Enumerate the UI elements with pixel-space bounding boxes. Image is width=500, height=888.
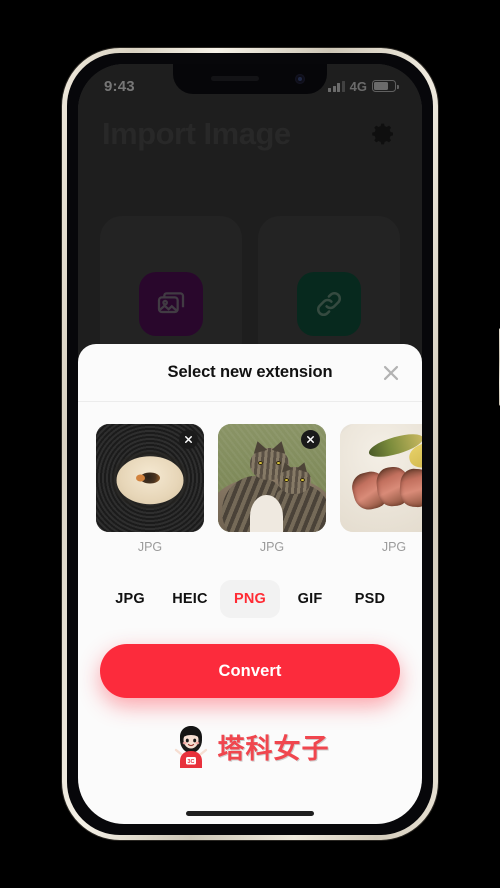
extension-option-heic[interactable]: HEIC xyxy=(160,580,220,618)
convert-button-container: Convert xyxy=(78,618,422,698)
phone-frame: Import Image 9:43 4G Select new extensio… xyxy=(62,48,500,840)
thumbnail-row[interactable]: JPG JPG JPG xyxy=(78,402,422,554)
close-circle-icon[interactable] xyxy=(301,430,320,449)
thumbnail-cats[interactable]: JPG xyxy=(218,424,326,554)
close-icon[interactable] xyxy=(380,362,402,384)
thumbnail-format-label: JPG xyxy=(259,540,285,554)
phone-screen: Import Image 9:43 4G Select new extensio… xyxy=(78,64,422,824)
extension-option-png[interactable]: PNG xyxy=(220,580,280,618)
thumbnail-format-label: JPG xyxy=(137,540,163,554)
watermark-text: 塔科女子 xyxy=(217,733,330,764)
thumbnail-soup[interactable]: JPG xyxy=(96,424,204,554)
extension-option-jpg[interactable]: JPG xyxy=(100,580,160,618)
modal-header: Select new extension xyxy=(78,344,422,402)
extension-option-psd[interactable]: PSD xyxy=(340,580,400,618)
girl-avatar-icon: 3C xyxy=(174,726,207,768)
thumbnail-image[interactable] xyxy=(96,424,204,532)
home-indicator[interactable] xyxy=(186,811,314,816)
svg-text:3C: 3C xyxy=(187,759,194,765)
extension-option-gif[interactable]: GIF xyxy=(280,580,340,618)
thumbnail-steak[interactable]: JPG xyxy=(340,424,422,554)
extension-selector: JPG HEIC PNG GIF PSD xyxy=(78,554,422,618)
thumbnail-image[interactable] xyxy=(218,424,326,532)
thumbnail-format-label: JPG xyxy=(381,540,407,554)
thumbnail-artwork xyxy=(340,424,422,532)
modal-title: Select new extension xyxy=(167,363,333,381)
convert-button[interactable]: Convert xyxy=(100,644,400,698)
phone-bezel: Import Image 9:43 4G Select new extensio… xyxy=(67,53,433,835)
thumbnail-image[interactable] xyxy=(340,424,422,532)
watermark: 3C 塔科女子 xyxy=(78,724,422,768)
close-circle-icon[interactable] xyxy=(179,430,198,449)
